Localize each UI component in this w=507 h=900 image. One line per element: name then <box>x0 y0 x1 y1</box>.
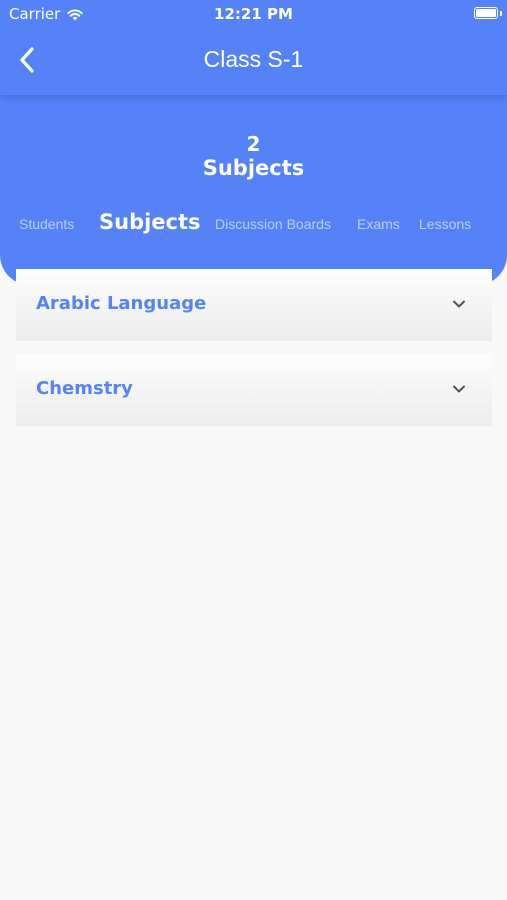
status-time: 12:21 PM <box>214 5 293 23</box>
tab-discussion-boards[interactable]: Discussion Boards <box>215 216 331 232</box>
status-bar: Carrier 12:21 PM <box>0 0 507 28</box>
subjects-count-label: Subjects <box>202 156 305 180</box>
subject-name: Chemstry <box>36 378 133 399</box>
tab-subjects[interactable]: Subjects <box>99 210 201 234</box>
subject-card-arabic-language[interactable]: Arabic Language <box>16 269 492 341</box>
tab-students[interactable]: Students <box>19 216 74 232</box>
subjects-count: 2 <box>246 132 261 156</box>
page-title: Class S-1 <box>203 46 304 72</box>
tab-bar: Students Subjects Discussion Boards Exam… <box>0 208 507 242</box>
battery-cap <box>500 11 502 16</box>
subject-name: Arabic Language <box>36 293 207 314</box>
tab-lessons[interactable]: Lessons <box>419 216 471 232</box>
chevron-down-icon[interactable] <box>452 382 466 396</box>
navigation-bar: Carrier 12:21 PM Class S-1 <box>0 0 507 95</box>
chevron-down-icon[interactable] <box>452 297 466 311</box>
subject-card-chemstry[interactable]: Chemstry <box>16 354 492 426</box>
tab-exams[interactable]: Exams <box>357 216 400 232</box>
battery-icon <box>474 7 498 19</box>
